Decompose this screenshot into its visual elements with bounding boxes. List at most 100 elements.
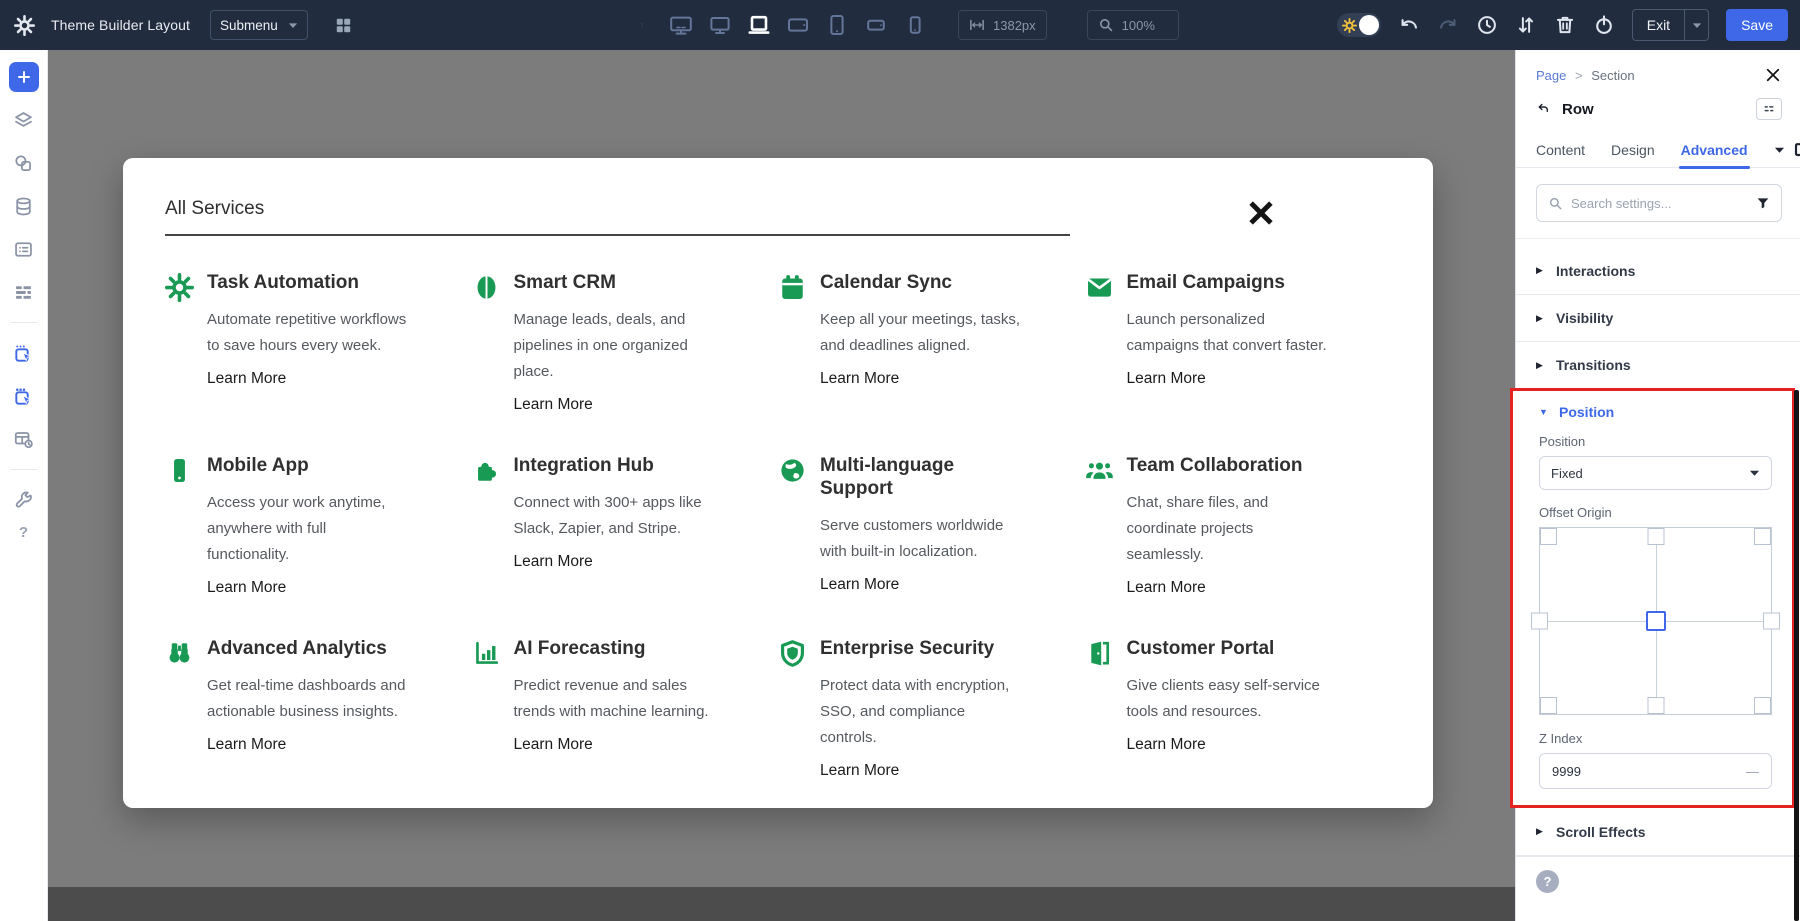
device-desktop-xl[interactable] — [666, 10, 696, 40]
service-description: Launch personalized campaigns that conve… — [1127, 307, 1327, 359]
redo-icon[interactable] — [1437, 14, 1459, 36]
node-row: Row — [1516, 84, 1800, 120]
panel-footer: ? — [1516, 856, 1800, 906]
sidebar-item-form[interactable] — [9, 234, 39, 264]
title-underline — [165, 234, 1070, 236]
learn-more-link[interactable]: Learn More — [207, 579, 286, 597]
panel-dock-button[interactable] — [1756, 98, 1782, 120]
device-desktop[interactable] — [705, 10, 735, 40]
learn-more-link[interactable]: Learn More — [514, 553, 593, 571]
exit-caret-button[interactable] — [1684, 10, 1708, 40]
trash-icon[interactable] — [1554, 14, 1576, 36]
binoculars-icon — [165, 639, 194, 668]
tab-design[interactable]: Design — [1611, 132, 1655, 168]
device-phone-landscape[interactable] — [861, 10, 891, 40]
toolbar-center: 1382px 100% — [640, 0, 1179, 50]
accordion-interactions[interactable]: ▶Interactions — [1516, 247, 1800, 294]
puzzle-icon — [472, 456, 501, 485]
origin-handle-top-left[interactable] — [1540, 528, 1557, 545]
position-select-value: Fixed — [1551, 466, 1583, 481]
zoom-control[interactable]: 100% — [1087, 10, 1179, 40]
all-services-modal: All Services Task Automation Automate re… — [123, 158, 1433, 808]
accordion-transitions[interactable]: ▶Transitions — [1516, 341, 1800, 388]
learn-more-link[interactable]: Learn More — [514, 396, 593, 414]
sidebar-item-layers[interactable] — [9, 105, 39, 135]
service-card: Calendar Sync Keep all your meetings, ta… — [778, 272, 1085, 455]
sidebar-item-widget-badge[interactable] — [9, 424, 39, 454]
tablet-icon — [825, 13, 849, 37]
tablet-landscape-icon — [786, 13, 810, 37]
accordion-visibility[interactable]: ▶Visibility — [1516, 294, 1800, 341]
position-select[interactable]: Fixed — [1539, 456, 1772, 490]
search-icon — [1548, 196, 1563, 211]
panel-header: Page > Section — [1516, 50, 1800, 84]
service-title: Enterprise Security — [820, 638, 1009, 661]
learn-more-link[interactable]: Learn More — [1127, 370, 1206, 388]
learn-more-link[interactable]: Learn More — [1127, 579, 1206, 597]
panel-close-icon[interactable] — [1764, 66, 1782, 84]
device-tablet-landscape[interactable] — [783, 10, 813, 40]
help-button[interactable]: ? — [1536, 870, 1559, 893]
sidebar-item-plus[interactable] — [9, 62, 39, 92]
breadcrumb-page[interactable]: Page — [1536, 68, 1566, 83]
kebab-menu-icon[interactable] — [640, 16, 644, 34]
grid-view-icon[interactable] — [334, 16, 353, 35]
origin-handle-top-center[interactable] — [1647, 528, 1664, 545]
sidebar-item-cursor-grid[interactable] — [9, 381, 39, 411]
breadcrumb-section[interactable]: Section — [1591, 68, 1634, 83]
viewport-width-field[interactable]: 1382px — [958, 10, 1047, 40]
sidebar-item-database[interactable] — [9, 191, 39, 221]
origin-handle-middle-right[interactable] — [1763, 613, 1780, 630]
sidebar-item-help[interactable]: ? — [9, 528, 39, 558]
tab-content[interactable]: Content — [1536, 132, 1585, 168]
origin-handle-center-selected[interactable] — [1646, 611, 1666, 631]
exit-button[interactable]: Exit — [1633, 10, 1684, 40]
dock-icon — [1762, 102, 1776, 116]
z-index-input-wrap: — — [1539, 753, 1772, 789]
position-section-body: Position Fixed Offset Origin — [1513, 420, 1792, 805]
origin-handle-bottom-left[interactable] — [1540, 697, 1557, 714]
accordion-label: Visibility — [1556, 310, 1613, 326]
filter-funnel-icon[interactable] — [1756, 196, 1770, 210]
device-tablet[interactable] — [822, 10, 852, 40]
origin-handle-bottom-right[interactable] — [1754, 697, 1771, 714]
device-laptop[interactable] — [744, 10, 774, 40]
save-button[interactable]: Save — [1726, 9, 1788, 41]
origin-handle-bottom-center[interactable] — [1647, 697, 1664, 714]
modal-close-button[interactable] — [1245, 198, 1277, 230]
panel-scrollbar[interactable] — [1794, 390, 1799, 921]
top-toolbar: Theme Builder Layout Submenu 1382px 100% — [0, 0, 1800, 50]
learn-more-link[interactable]: Learn More — [1127, 736, 1206, 754]
history-clock-icon[interactable] — [1476, 14, 1498, 36]
accordion-scroll-effects[interactable]: ▶ Scroll Effects — [1516, 808, 1800, 855]
tabs-responsive-toggle[interactable] — [1774, 140, 1800, 160]
learn-more-link[interactable]: Learn More — [820, 576, 899, 594]
learn-more-link[interactable]: Learn More — [820, 762, 899, 780]
submenu-dropdown[interactable]: Submenu — [210, 10, 308, 40]
search-settings-input[interactable] — [1571, 196, 1756, 211]
sidebar-item-shapes[interactable] — [9, 148, 39, 178]
service-description: Automate repetitive workflows to save ho… — [207, 307, 406, 359]
learn-more-link[interactable]: Learn More — [207, 370, 286, 388]
undo-icon[interactable] — [1398, 14, 1420, 36]
learn-more-link[interactable]: Learn More — [820, 370, 899, 388]
sidebar-item-wrench[interactable] — [9, 485, 39, 515]
builder-menu-gear-icon[interactable] — [14, 15, 35, 36]
origin-handle-middle-left[interactable] — [1531, 613, 1548, 630]
origin-handle-top-right[interactable] — [1754, 528, 1771, 545]
sidebar-item-rows[interactable] — [9, 277, 39, 307]
sort-arrows-icon[interactable] — [1515, 14, 1537, 36]
learn-more-link[interactable]: Learn More — [514, 736, 593, 754]
position-accordion-header[interactable]: ▼ Position — [1513, 391, 1792, 420]
service-title: Customer Portal — [1127, 638, 1320, 661]
service-card-body: Email Campaigns Launch personalized camp… — [1127, 272, 1327, 388]
power-icon[interactable] — [1593, 14, 1615, 36]
highlight-toggle[interactable] — [1337, 13, 1381, 37]
back-arrow-icon[interactable] — [1536, 101, 1552, 117]
form-icon — [13, 239, 34, 260]
sidebar-item-cursor-dots[interactable] — [9, 338, 39, 368]
learn-more-link[interactable]: Learn More — [207, 736, 286, 754]
device-phone[interactable] — [900, 10, 930, 40]
tab-advanced[interactable]: Advanced — [1681, 132, 1748, 168]
z-index-input[interactable] — [1552, 764, 1612, 779]
